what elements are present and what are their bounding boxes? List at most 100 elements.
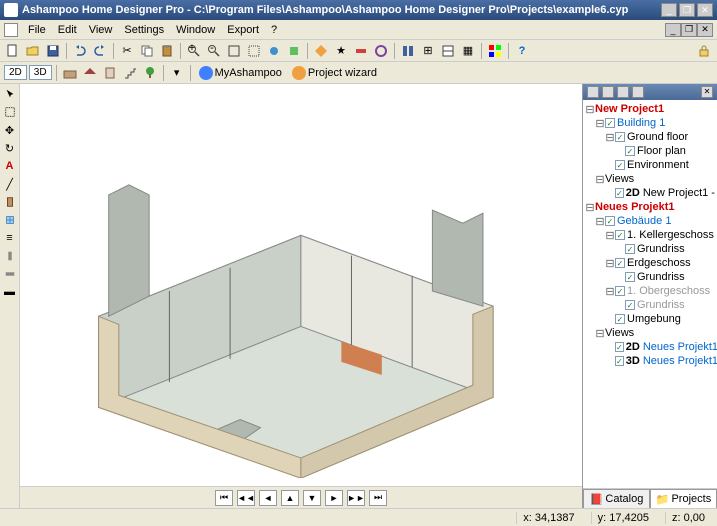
- move-tool[interactable]: ✥: [2, 122, 18, 138]
- window-tool[interactable]: [2, 212, 18, 228]
- nav-next-fast[interactable]: ►►: [347, 490, 365, 506]
- tree-project-1[interactable]: New Project1: [595, 103, 664, 115]
- expand-icon[interactable]: ⊟: [585, 201, 595, 214]
- tool-10[interactable]: [372, 42, 390, 60]
- rotate-tool[interactable]: ↻: [2, 140, 18, 156]
- expand-icon[interactable]: ⊟: [605, 285, 615, 298]
- slab-tool[interactable]: ▬: [2, 284, 18, 300]
- menu-settings[interactable]: Settings: [118, 22, 170, 38]
- check-icon[interactable]: ✓: [605, 216, 615, 226]
- door-tool[interactable]: [2, 194, 18, 210]
- app-menu-icon[interactable]: [4, 23, 18, 37]
- tool-8[interactable]: ★: [332, 42, 350, 60]
- mdi-minimize-button[interactable]: _: [665, 23, 681, 37]
- expand-icon[interactable]: ⊟: [595, 327, 605, 340]
- tree-building-1[interactable]: Building 1: [617, 117, 665, 129]
- lock-button[interactable]: [695, 42, 713, 60]
- expand-icon[interactable]: ⊟: [595, 173, 605, 186]
- column-tool[interactable]: [2, 248, 18, 264]
- expand-icon[interactable]: ⊟: [595, 117, 605, 130]
- tree-views-2[interactable]: Views: [605, 327, 634, 339]
- tree-floorplan[interactable]: Floor plan: [637, 145, 686, 157]
- expand-icon[interactable]: ⊟: [605, 257, 615, 270]
- menu-help[interactable]: ?: [265, 22, 283, 38]
- tree-grundriss-1[interactable]: Grundriss: [637, 243, 685, 255]
- dropdown-1[interactable]: ▾: [168, 64, 186, 82]
- menu-file[interactable]: File: [22, 22, 52, 38]
- nav-prev-fast[interactable]: ◄◄: [237, 490, 255, 506]
- rect-select-tool[interactable]: [2, 104, 18, 120]
- expand-icon[interactable]: ⊟: [605, 229, 615, 242]
- tree-project-2[interactable]: Neues Projekt1: [595, 201, 674, 213]
- paste-button[interactable]: [158, 42, 176, 60]
- maximize-button[interactable]: ❐: [679, 3, 695, 17]
- expand-icon[interactable]: ⊟: [605, 131, 615, 144]
- expand-icon[interactable]: ⊟: [595, 215, 605, 228]
- tool-6[interactable]: [285, 42, 303, 60]
- tool-13[interactable]: [439, 42, 457, 60]
- zoom-region-button[interactable]: [245, 42, 263, 60]
- select-tool[interactable]: [2, 86, 18, 102]
- tree-keller[interactable]: 1. Kellergeschoss: [627, 229, 714, 241]
- open-button[interactable]: [24, 42, 42, 60]
- check-icon[interactable]: ✓: [615, 188, 624, 198]
- nav-down[interactable]: ▼: [303, 490, 321, 506]
- tool-14[interactable]: ▦: [459, 42, 477, 60]
- tree-erdgeschoss[interactable]: Erdgeschoss: [627, 257, 691, 269]
- check-icon[interactable]: ✓: [615, 356, 624, 366]
- view-2d-button[interactable]: 2D: [4, 65, 27, 80]
- view-3d-canvas[interactable]: [20, 84, 582, 486]
- text-tool[interactable]: A: [2, 158, 18, 174]
- check-icon[interactable]: ✓: [625, 300, 635, 310]
- wall-button[interactable]: [101, 64, 119, 82]
- stair-button[interactable]: [121, 64, 139, 82]
- minimize-button[interactable]: _: [661, 3, 677, 17]
- check-icon[interactable]: ✓: [625, 146, 635, 156]
- tool-9[interactable]: [352, 42, 370, 60]
- check-icon[interactable]: ✓: [625, 272, 635, 282]
- save-button[interactable]: [44, 42, 62, 60]
- zoom-all-button[interactable]: [225, 42, 243, 60]
- nav-prev[interactable]: ◄: [259, 490, 277, 506]
- panel-tool-1[interactable]: [587, 86, 599, 98]
- tree-umgebung[interactable]: Umgebung: [627, 313, 681, 325]
- check-icon[interactable]: ✓: [605, 118, 615, 128]
- check-icon[interactable]: ✓: [615, 132, 625, 142]
- panel-tool-4[interactable]: [632, 86, 644, 98]
- panel-tool-2[interactable]: [602, 86, 614, 98]
- tree-views[interactable]: Views: [605, 173, 634, 185]
- tree-obergeschoss[interactable]: 1. Obergeschoss: [627, 285, 710, 297]
- menu-edit[interactable]: Edit: [52, 22, 83, 38]
- panel-close-button[interactable]: ✕: [701, 86, 713, 98]
- new-button[interactable]: [4, 42, 22, 60]
- nav-first[interactable]: ⏮: [215, 490, 233, 506]
- floor-button[interactable]: [61, 64, 79, 82]
- tab-projects[interactable]: 📁Projects: [650, 489, 717, 508]
- help-button[interactable]: ?: [513, 42, 531, 60]
- nav-last[interactable]: ⏭: [369, 490, 387, 506]
- tree-grundriss-2[interactable]: Grundriss: [637, 271, 685, 283]
- tree-ground-floor[interactable]: Ground floor: [627, 131, 688, 143]
- beam-tool[interactable]: [2, 266, 18, 282]
- tree-button[interactable]: [141, 64, 159, 82]
- tree-building-2[interactable]: Gebäude 1: [617, 215, 671, 227]
- myashampoo-link[interactable]: MyAshampoo: [195, 66, 286, 80]
- panel-tool-3[interactable]: [617, 86, 629, 98]
- view-3d-button[interactable]: 3D: [29, 65, 52, 80]
- check-icon[interactable]: ✓: [625, 244, 635, 254]
- menu-export[interactable]: Export: [221, 22, 265, 38]
- check-icon[interactable]: ✓: [615, 160, 625, 170]
- check-icon[interactable]: ✓: [615, 342, 624, 352]
- tool-12[interactable]: ⊞: [419, 42, 437, 60]
- check-icon[interactable]: ✓: [615, 230, 625, 240]
- check-icon[interactable]: ✓: [615, 258, 625, 268]
- nav-next[interactable]: ►: [325, 490, 343, 506]
- copy-button[interactable]: [138, 42, 156, 60]
- nav-up[interactable]: ▲: [281, 490, 299, 506]
- tool-5[interactable]: [265, 42, 283, 60]
- project-wizard-link[interactable]: Project wizard: [288, 66, 381, 80]
- check-icon[interactable]: ✓: [615, 286, 625, 296]
- tool-7[interactable]: [312, 42, 330, 60]
- color-button[interactable]: [486, 42, 504, 60]
- menu-view[interactable]: View: [83, 22, 119, 38]
